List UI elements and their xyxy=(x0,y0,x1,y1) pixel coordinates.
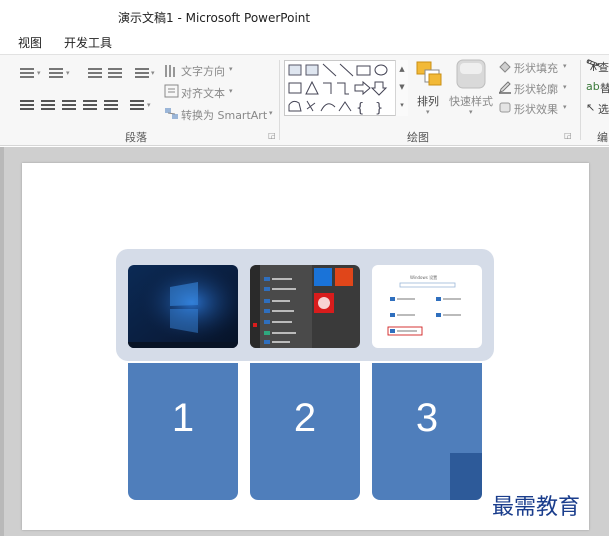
chevron-down-icon[interactable]: ▾ xyxy=(426,108,430,116)
find-button[interactable]: 查 xyxy=(598,59,609,75)
smartart-icon[interactable] xyxy=(164,106,179,121)
line-spacing-icon[interactable] xyxy=(135,68,149,79)
chevron-down-icon[interactable]: ▾ xyxy=(563,62,567,70)
select-cursor-icon[interactable]: ↖ xyxy=(586,101,595,114)
shape-outline-button[interactable]: 形状轮廓 xyxy=(514,81,558,97)
menu-view[interactable]: 视图 xyxy=(18,34,42,51)
windows-settings-image: Windows 设置 xyxy=(372,265,482,348)
align-center-icon[interactable] xyxy=(41,100,55,111)
watermark: 最需教育 xyxy=(490,489,583,521)
scroll-up-icon[interactable]: ▲ xyxy=(396,60,408,78)
svg-text:{: { xyxy=(356,101,364,116)
text-direction-icon[interactable] xyxy=(163,63,179,79)
card-1[interactable]: 1 xyxy=(128,363,238,500)
replace-icon[interactable]: ab xyxy=(586,80,600,93)
chevron-down-icon[interactable]: ▾ xyxy=(229,65,233,73)
convert-smartart-button[interactable]: 转换为 SmartArt xyxy=(181,107,267,123)
numbering-icon[interactable] xyxy=(49,68,63,79)
card-2[interactable]: 2 xyxy=(250,363,360,500)
windows-settings-screenshot[interactable]: Windows 设置 xyxy=(372,265,482,348)
card-shadow-block xyxy=(450,453,482,500)
title-bar: 演示文稿1 - Microsoft PowerPoint xyxy=(0,0,609,32)
quick-styles-button[interactable]: 快速样式 xyxy=(449,93,493,109)
group-divider xyxy=(279,60,280,140)
chevron-down-icon[interactable]: ▾ xyxy=(37,69,41,77)
start-menu-image xyxy=(250,265,360,348)
chevron-down-icon[interactable]: ▾ xyxy=(469,108,473,116)
windows-desktop-image xyxy=(128,265,238,348)
shape-icons: { } xyxy=(288,63,388,116)
columns-icon[interactable] xyxy=(130,100,144,111)
group-divider xyxy=(580,60,581,140)
chevron-down-icon[interactable]: ▾ xyxy=(563,83,567,91)
paragraph-group-label: 段落 xyxy=(125,131,147,144)
drawing-group-label: 绘图 xyxy=(407,131,429,144)
align-left-icon[interactable] xyxy=(20,100,34,111)
replace-button[interactable]: 替 xyxy=(600,80,609,96)
dialog-launcher-icon[interactable]: ◲ xyxy=(268,131,276,140)
align-right-icon[interactable] xyxy=(62,100,76,111)
svg-text:}: } xyxy=(375,101,383,116)
menu-bar: 视图 开发工具 xyxy=(0,32,609,54)
align-text-icon[interactable] xyxy=(164,84,179,98)
distributed-icon[interactable] xyxy=(104,100,118,111)
align-text-button[interactable]: 对齐文本 xyxy=(181,85,225,101)
decrease-indent-icon[interactable] xyxy=(88,68,102,79)
paint-bucket-icon[interactable] xyxy=(498,60,512,73)
chevron-down-icon[interactable]: ▾ xyxy=(229,87,233,95)
chevron-down-icon[interactable]: ▾ xyxy=(66,69,70,77)
menu-developer[interactable]: 开发工具 xyxy=(64,34,112,51)
quick-styles-icon[interactable] xyxy=(455,58,487,90)
shape-fill-button[interactable]: 形状填充 xyxy=(514,60,558,76)
window-title: 演示文稿1 - Microsoft PowerPoint xyxy=(118,11,311,25)
chevron-down-icon[interactable]: ▾ xyxy=(269,109,273,117)
chevron-down-icon[interactable]: ▾ xyxy=(147,101,151,109)
windows-desktop-screenshot[interactable] xyxy=(128,265,238,348)
arrange-icon[interactable] xyxy=(415,60,443,88)
increase-indent-icon[interactable] xyxy=(108,68,122,79)
shapes-gallery[interactable]: { } xyxy=(284,60,408,116)
text-direction-button[interactable]: 文字方向 xyxy=(181,63,225,79)
shape-effects-icon[interactable] xyxy=(498,101,512,114)
editing-group-label: 编 xyxy=(597,131,608,144)
chevron-down-icon[interactable]: ▾ xyxy=(563,103,567,111)
scroll-down-icon[interactable]: ▼ xyxy=(396,78,408,96)
shape-effects-button[interactable]: 形状效果 xyxy=(514,101,558,117)
arrange-button[interactable]: 排列 xyxy=(417,93,439,109)
chevron-down-icon[interactable]: ▾ xyxy=(151,69,155,77)
bullets-icon[interactable] xyxy=(20,68,34,79)
select-button[interactable]: 选 xyxy=(598,101,609,117)
settings-heading: Windows 设置 xyxy=(410,274,437,280)
shapes-gallery-scroll[interactable]: ▲ ▼ ▾ xyxy=(395,60,408,116)
pencil-icon[interactable] xyxy=(498,81,512,94)
start-menu-screenshot[interactable] xyxy=(250,265,360,348)
justify-icon[interactable] xyxy=(83,100,97,111)
dialog-launcher-icon[interactable]: ◲ xyxy=(564,131,572,140)
more-icon[interactable]: ▾ xyxy=(396,96,408,114)
